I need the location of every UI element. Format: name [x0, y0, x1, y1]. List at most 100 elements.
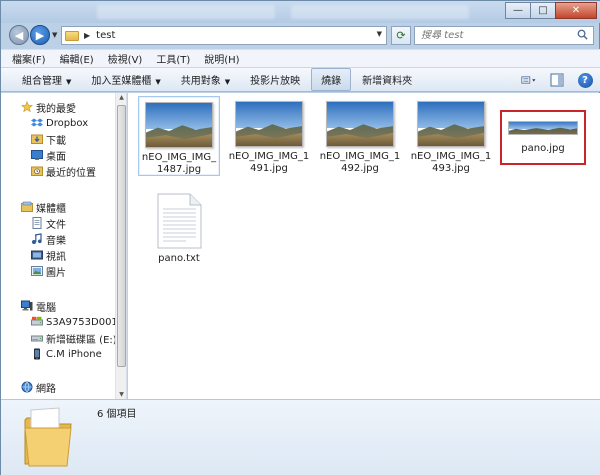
refresh-button[interactable]: ⟳	[391, 26, 411, 45]
nav-favorites[interactable]: 我的最愛	[1, 99, 115, 115]
address-row: ◀ ▶ ▼ ▶ test ▼ ⟳	[1, 23, 600, 49]
nav-pictures-label: 圖片	[46, 267, 66, 279]
menu-view[interactable]: 檢視(V)	[101, 51, 150, 66]
image-thumbnail	[326, 101, 394, 147]
nav-dropbox-label: Dropbox	[46, 117, 89, 129]
address-bar[interactable]: ▶ test ▼	[61, 26, 387, 45]
arrow-right-icon: ▶	[35, 28, 45, 42]
background-tab	[291, 5, 469, 19]
file-item-1491[interactable]: nEO_IMG_IMG_1491.jpg	[228, 99, 310, 175]
file-item-pano-txt[interactable]: pano.txt	[138, 179, 220, 265]
nav-libraries[interactable]: 媒體櫃	[1, 199, 115, 215]
scroll-up-icon[interactable]: ▲	[117, 94, 126, 101]
share-with-label: 共用對象	[180, 76, 221, 87]
breadcrumb-test[interactable]: test	[96, 30, 115, 41]
nav-drive-e[interactable]: 新增磁碟區 (E:)	[1, 330, 115, 346]
preview-pane-icon	[550, 73, 564, 87]
search-input[interactable]	[421, 30, 571, 41]
preview-pane-button[interactable]	[549, 72, 565, 88]
file-item-1487[interactable]: nEO_IMG_IMG_1487.jpg	[138, 96, 220, 176]
drive-icon	[31, 332, 43, 344]
file-item-1493[interactable]: nEO_IMG_IMG_1493.jpg	[410, 99, 492, 175]
forward-button[interactable]: ▶	[30, 25, 50, 45]
chevron-down-icon: ▼	[155, 78, 161, 86]
command-bar-right: ?	[509, 72, 593, 88]
nav-music-label: 音樂	[46, 235, 66, 247]
downloads-folder-icon	[31, 133, 43, 145]
favorites-group: 我的最愛 Dropbox 下載 桌面 最近的位置	[1, 99, 115, 179]
nav-music[interactable]: 音樂	[1, 231, 115, 247]
video-icon	[31, 249, 43, 261]
documents-icon	[31, 217, 43, 229]
nav-documents[interactable]: 文件	[1, 215, 115, 231]
pictures-icon	[31, 265, 43, 277]
maximize-button[interactable]: □	[530, 2, 556, 19]
include-library-label: 加入至媒體櫃	[91, 76, 152, 87]
desktop-icon	[31, 149, 43, 161]
caption-buttons: — □ ✕	[505, 2, 597, 19]
minimize-button[interactable]: —	[505, 2, 531, 19]
menu-tools[interactable]: 工具(T)	[149, 51, 197, 66]
nav-favorites-label: 我的最愛	[36, 103, 76, 115]
nav-drive-e-label: 新增磁碟區 (E:)	[46, 334, 115, 346]
search-box[interactable]	[414, 26, 594, 45]
nav-recent-places[interactable]: 最近的位置	[1, 163, 115, 179]
command-bar: 組合管理 ▼ 加入至媒體櫃 ▼ 共用對象 ▼ 投影片放映 燒錄 新增資料夾 ?	[1, 67, 600, 92]
title-bar: — □ ✕	[1, 1, 600, 23]
folder-icon	[24, 407, 72, 467]
background-tab	[97, 5, 275, 19]
nav-desktop[interactable]: 桌面	[1, 147, 115, 163]
star-icon	[21, 101, 33, 113]
nav-iphone[interactable]: C.M iPhone	[1, 346, 115, 362]
nav-drive-c[interactable]: S3A9753D001 (C	[1, 314, 115, 330]
scroll-down-icon[interactable]: ▼	[117, 391, 126, 398]
menu-help[interactable]: 說明(H)	[197, 51, 246, 66]
nav-recent-places-label: 最近的位置	[46, 167, 96, 179]
menu-edit[interactable]: 編輯(E)	[53, 51, 101, 66]
nav-dropbox[interactable]: Dropbox	[1, 115, 115, 131]
text-file-icon	[157, 193, 202, 249]
nav-iphone-label: C.M iPhone	[46, 348, 102, 360]
menu-bar: 檔案(F) 編輯(E) 檢視(V) 工具(T) 說明(H)	[1, 49, 600, 67]
item-count: 6 個項目	[97, 409, 137, 420]
burn-button[interactable]: 燒錄	[311, 68, 352, 91]
file-name: nEO_IMG_IMG_1493.jpg	[410, 151, 492, 174]
help-button[interactable]: ?	[577, 72, 593, 88]
nav-videos[interactable]: 視訊	[1, 247, 115, 263]
computer-group: 電腦 S3A9753D001 (C 新增磁碟區 (E:) C.M iPhone	[1, 298, 115, 362]
menu-file[interactable]: 檔案(F)	[5, 51, 53, 66]
search-icon[interactable]	[577, 29, 588, 40]
nav-computer-label: 電腦	[36, 302, 56, 314]
music-icon	[31, 233, 43, 245]
nav-network[interactable]: 網路	[1, 379, 115, 395]
navigation-scrollbar[interactable]: ▲ ▼	[115, 93, 126, 399]
arrow-left-icon: ◀	[14, 28, 24, 42]
phone-icon	[31, 348, 43, 360]
details-pane: 6 個項目	[1, 399, 600, 475]
explorer-window: — □ ✕ ◀ ▶ ▼ ▶ test ▼ ⟳ 搜尋 test 檔案(F) 編輯(…	[0, 0, 600, 475]
new-folder-button[interactable]: 新增資料夾	[353, 69, 421, 90]
share-with-button[interactable]: 共用對象 ▼	[172, 69, 239, 90]
highlight-annotation	[500, 110, 586, 165]
nav-videos-label: 視訊	[46, 251, 66, 263]
chevron-right-icon[interactable]: ▶	[84, 31, 90, 40]
nav-pictures[interactable]: 圖片	[1, 263, 115, 279]
nav-libraries-label: 媒體櫃	[36, 203, 66, 215]
refresh-icon: ⟳	[396, 29, 406, 42]
organize-button[interactable]: 組合管理 ▼	[13, 69, 80, 90]
slideshow-button[interactable]: 投影片放映	[241, 69, 309, 90]
file-item-1492[interactable]: nEO_IMG_IMG_1492.jpg	[319, 99, 401, 175]
organize-label: 組合管理	[22, 76, 62, 87]
close-button[interactable]: ✕	[555, 2, 597, 19]
recent-places-icon	[31, 165, 43, 177]
back-button[interactable]: ◀	[9, 25, 29, 45]
include-in-library-button[interactable]: 加入至媒體櫃 ▼	[82, 69, 169, 90]
view-options-button[interactable]	[521, 72, 537, 88]
nav-downloads[interactable]: 下載	[1, 131, 115, 147]
file-name: nEO_IMG_IMG_1492.jpg	[319, 151, 401, 174]
recent-pages-dropdown[interactable]: ▼	[52, 31, 57, 39]
network-icon	[21, 381, 33, 393]
scrollbar-thumb[interactable]	[117, 105, 126, 367]
nav-computer[interactable]: 電腦	[1, 298, 115, 314]
chevron-down-icon[interactable]: ▼	[377, 30, 382, 38]
